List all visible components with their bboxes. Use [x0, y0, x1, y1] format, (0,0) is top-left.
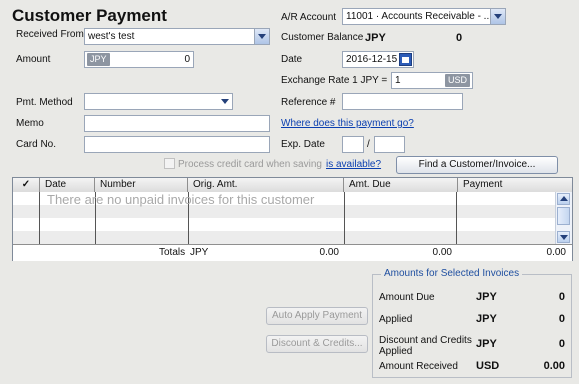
- amount-due-value: 0: [558, 291, 565, 303]
- page-title: Customer Payment: [12, 6, 167, 25]
- exp-date-label: Exp. Date: [281, 139, 325, 150]
- ar-account-label: A/R Account: [281, 12, 337, 23]
- date-field[interactable]: 2016-12-15: [342, 51, 414, 68]
- discount-credits-applied-label: Discount and Credits Applied: [379, 335, 472, 357]
- customer-balance-label: Customer Balance: [281, 32, 364, 43]
- ar-account-value: 11001 · Accounts Receivable - ...: [346, 11, 493, 22]
- calendar-icon[interactable]: [399, 53, 412, 66]
- reference-field[interactable]: [342, 93, 463, 110]
- totals-label: Totals: [159, 247, 186, 258]
- discount-credits-button[interactable]: Discount & Credits...: [266, 335, 368, 353]
- pmt-method-label: Pmt. Method: [16, 97, 73, 108]
- applied-label: Applied: [379, 314, 413, 325]
- column-number[interactable]: Number: [95, 178, 188, 192]
- process-cc-checkbox[interactable]: [164, 158, 175, 169]
- customer-balance-currency: JPY: [365, 32, 386, 44]
- memo-field[interactable]: [84, 115, 270, 132]
- amount-label: Amount: [16, 54, 51, 65]
- column-divider: [456, 192, 457, 244]
- amount-due-label: Amount Due: [379, 292, 435, 303]
- amounts-title: Amounts for Selected Invoices: [381, 268, 523, 279]
- column-divider: [344, 192, 345, 244]
- invoice-table: ✓ Date Number Orig. Amt. Amt. Due Paymen…: [12, 177, 573, 261]
- discount-credits-applied-value: 0: [558, 338, 565, 350]
- applied-currency: JPY: [476, 313, 497, 325]
- where-payment-link[interactable]: Where does this payment go?: [281, 118, 414, 129]
- chevron-down-icon[interactable]: [490, 9, 505, 24]
- amount-value: 0: [184, 54, 190, 65]
- column-check[interactable]: ✓: [13, 178, 40, 192]
- totals-orig-amt: 0.00: [319, 247, 339, 258]
- process-cc-label: Process credit card when saving: [178, 159, 322, 170]
- table-scrollbar[interactable]: [555, 192, 572, 244]
- amount-received-label: Amount Received: [379, 361, 458, 372]
- card-no-label: Card No.: [16, 139, 57, 150]
- amounts-summary: Amounts for Selected Invoices Amount Due…: [372, 268, 572, 378]
- scroll-up-icon[interactable]: [557, 193, 570, 205]
- scroll-down-icon[interactable]: [557, 231, 570, 243]
- empty-message: There are no unpaid invoices for this cu…: [47, 192, 315, 207]
- card-no-field[interactable]: [84, 136, 270, 153]
- date-label: Date: [281, 54, 303, 65]
- exp-year-field[interactable]: [374, 136, 405, 153]
- table-header: ✓ Date Number Orig. Amt. Amt. Due Paymen…: [13, 178, 572, 193]
- column-orig-amt[interactable]: Orig. Amt.: [188, 178, 344, 192]
- date-value: 2016-12-15: [346, 54, 398, 65]
- pmt-method-dropdown[interactable]: [84, 93, 233, 110]
- amount-received-value: 0.00: [543, 360, 565, 372]
- amount-field[interactable]: JPY 0: [84, 51, 194, 68]
- memo-label: Memo: [16, 118, 44, 129]
- reference-label: Reference #: [281, 97, 336, 108]
- is-available-link[interactable]: is available?: [326, 159, 381, 170]
- column-amt-due[interactable]: Amt. Due: [344, 178, 458, 192]
- applied-value: 0: [558, 313, 565, 325]
- customer-balance-value: 0: [456, 32, 463, 44]
- received-from-label: Received From: [16, 29, 84, 40]
- find-customer-invoice-button[interactable]: Find a Customer/Invoice...: [396, 156, 558, 174]
- ar-account-dropdown[interactable]: 11001 · Accounts Receivable - ...: [342, 8, 506, 25]
- exchange-rate-label: Exchange Rate 1 JPY =: [281, 75, 388, 86]
- exchange-rate-value: 1: [395, 75, 401, 86]
- totals-row: Totals JPY 0.00 0.00 0.00: [13, 244, 572, 261]
- auto-apply-payment-button[interactable]: Auto Apply Payment: [266, 307, 368, 325]
- discount-credits-applied-currency: JPY: [476, 338, 497, 350]
- amount-received-currency: USD: [476, 360, 500, 372]
- currency-badge: USD: [444, 74, 470, 87]
- amount-due-currency: JPY: [476, 291, 497, 303]
- totals-amt-due: 0.00: [432, 247, 452, 258]
- column-divider: [39, 192, 40, 244]
- exp-date-separator: /: [367, 139, 370, 150]
- totals-currency: JPY: [190, 247, 209, 258]
- exp-month-field[interactable]: [342, 136, 364, 153]
- column-payment[interactable]: Payment: [458, 178, 572, 192]
- chevron-down-icon[interactable]: [254, 29, 269, 44]
- scroll-thumb[interactable]: [557, 207, 570, 225]
- currency-badge: JPY: [87, 53, 110, 66]
- totals-payment: 0.00: [546, 247, 566, 258]
- received-from-value: west's test: [88, 31, 135, 42]
- chevron-down-icon[interactable]: [218, 94, 232, 109]
- exchange-rate-field[interactable]: 1 USD: [391, 72, 473, 89]
- column-date[interactable]: Date: [40, 178, 95, 192]
- received-from-dropdown[interactable]: west's test: [84, 28, 270, 45]
